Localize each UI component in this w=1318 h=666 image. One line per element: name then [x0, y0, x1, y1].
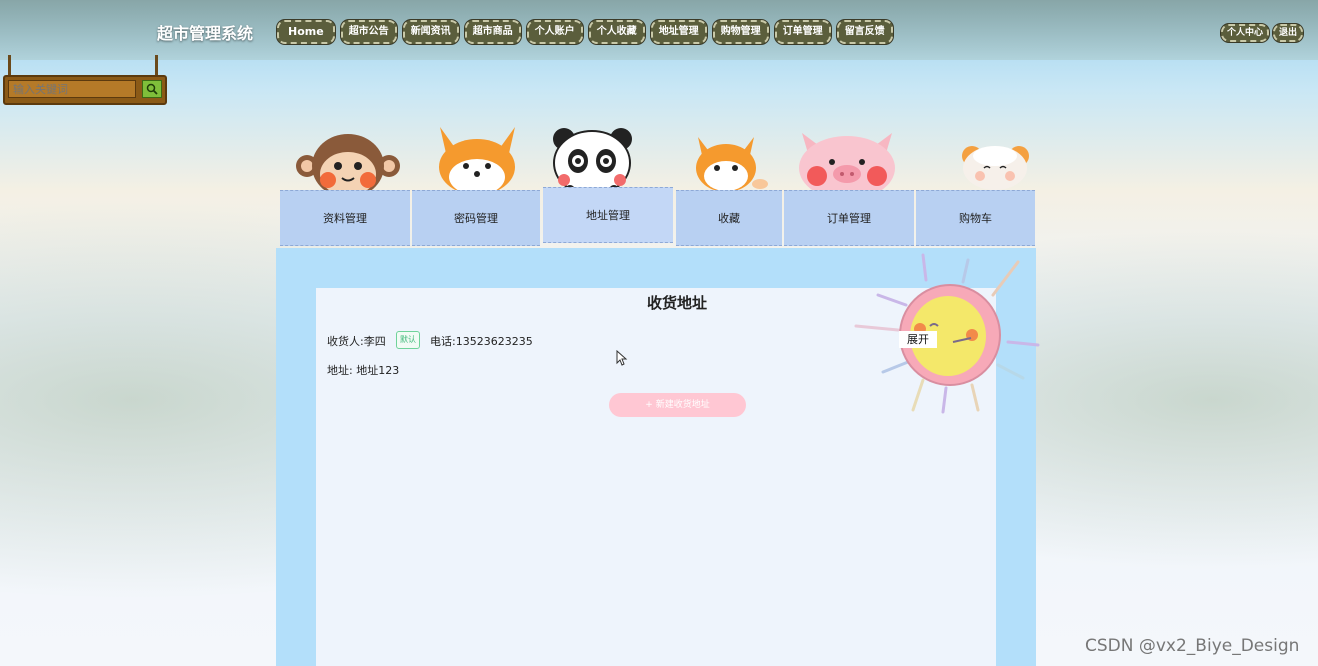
account-tabs: 资料管理 密码管理 地址管理 收藏 订单管理 购物车 — [280, 120, 1035, 246]
nav-announcements[interactable]: 超市公告 — [340, 20, 397, 44]
page-title: 收货地址 — [646, 294, 707, 312]
site-title: 超市管理系统 — [157, 24, 254, 43]
tab-password[interactable]: 密码管理 — [412, 190, 540, 246]
nav-address[interactable]: 地址管理 — [650, 20, 707, 44]
recipient-name: 收货人:李四 — [327, 335, 386, 348]
main-nav: Home 超市公告 新闻资讯 超市商品 个人账户 个人收藏 地址管理 购物管理 … — [277, 20, 893, 44]
watermark: CSDN @vx2_Biye_Design — [1085, 636, 1300, 656]
fox-icon — [439, 127, 515, 195]
nav-favorites[interactable]: 个人收藏 — [588, 20, 645, 44]
personal-center-button[interactable]: 个人中心 — [1221, 24, 1270, 42]
default-badge: 默认 — [396, 331, 420, 349]
user-nav: 个人中心 退出 — [1221, 24, 1304, 42]
recipient-phone: 电话:13523623235 — [430, 335, 533, 348]
sun-icon — [854, 253, 1040, 414]
mouse-cursor-icon — [616, 350, 628, 366]
nav-news[interactable]: 新闻资讯 — [402, 20, 459, 44]
nav-account[interactable]: 个人账户 — [526, 20, 583, 44]
logout-button[interactable]: 退出 — [1273, 24, 1304, 42]
sheep-icon — [962, 146, 1029, 190]
tab-orders[interactable]: 订单管理 — [784, 190, 914, 246]
search-button[interactable] — [142, 80, 162, 98]
nav-home[interactable]: Home — [277, 20, 335, 44]
new-address-button[interactable]: + 新建收货地址 — [609, 393, 746, 417]
monkey-icon — [296, 134, 400, 198]
tab-profile[interactable]: 资料管理 — [280, 190, 410, 246]
tab-address[interactable]: 地址管理 — [543, 187, 673, 243]
fox-icon — [696, 137, 768, 192]
search-input[interactable] — [8, 80, 136, 98]
address-text: 地址: 地址123 — [327, 364, 400, 377]
expand-button[interactable]: 展开 — [899, 331, 937, 348]
tab-favorites[interactable]: 收藏 — [676, 190, 782, 246]
search-icon — [146, 83, 158, 95]
nav-feedback[interactable]: 留言反馈 — [836, 20, 893, 44]
nav-products[interactable]: 超市商品 — [464, 20, 521, 44]
tab-cart[interactable]: 购物车 — [916, 190, 1035, 246]
nav-shopping[interactable]: 购物管理 — [712, 20, 769, 44]
nav-orders[interactable]: 订单管理 — [774, 20, 831, 44]
search-box — [3, 75, 167, 105]
